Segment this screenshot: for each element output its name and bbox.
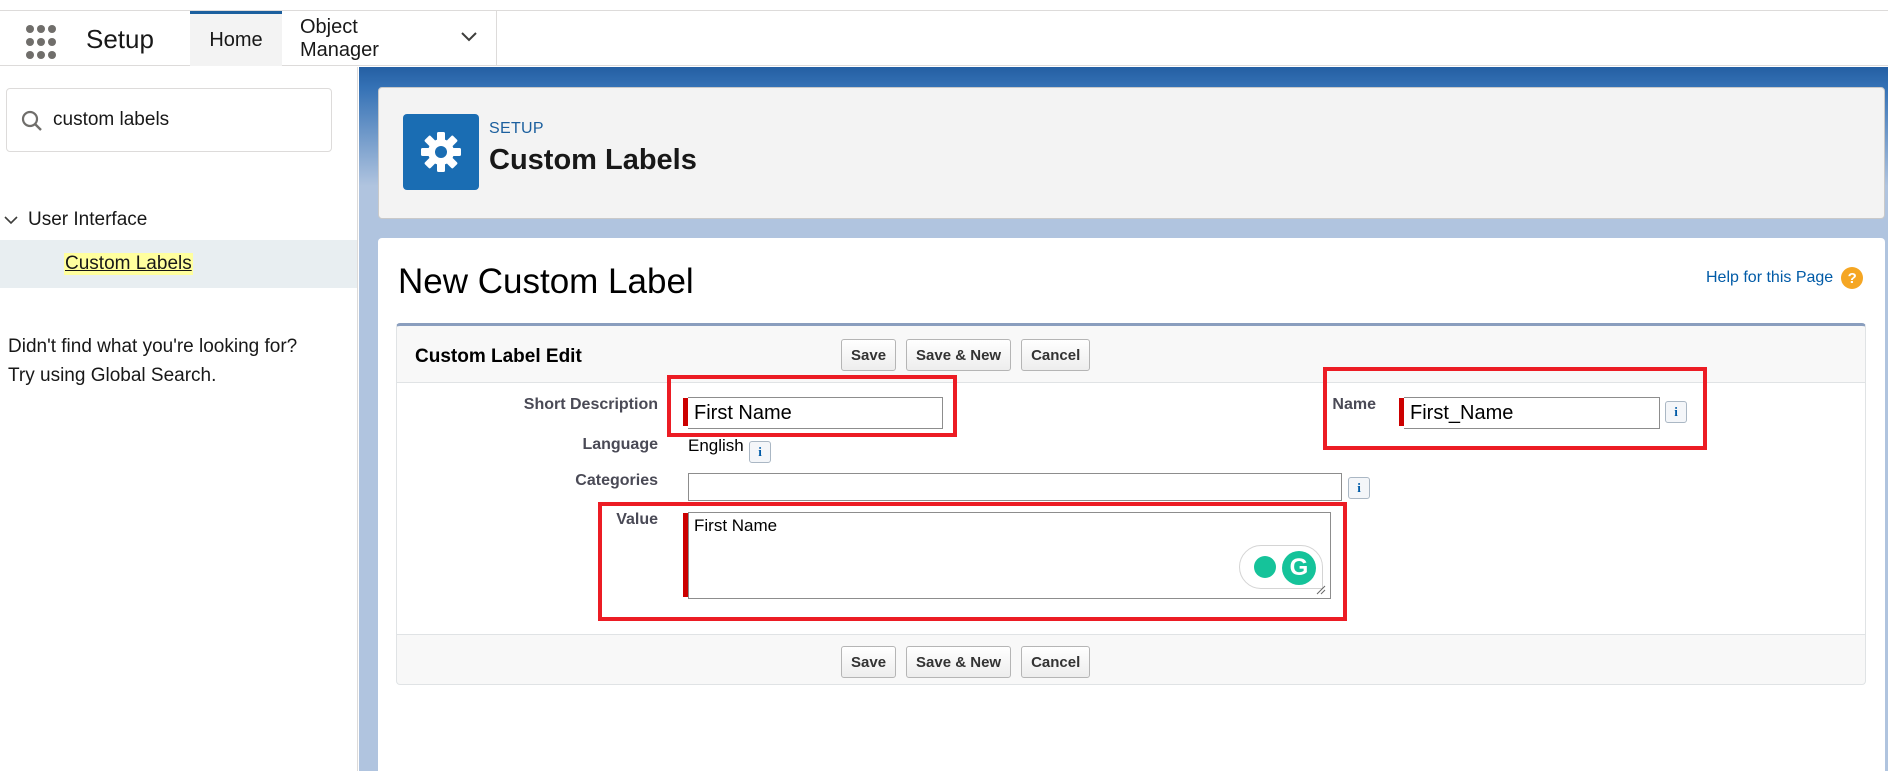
help-icon[interactable]: ? (1841, 267, 1864, 289)
form-heading: New Custom Label (398, 262, 694, 301)
info-icon[interactable]: i (1348, 477, 1370, 499)
setup-page: { "app": { "name": "Setup" }, "nav": { "… (0, 0, 1888, 771)
highlight-name (1323, 367, 1707, 450)
not-found-message: Didn't find what you're looking for? Try… (8, 332, 297, 390)
save-button[interactable]: Save (841, 339, 897, 371)
save-and-new-button[interactable]: Save & New (906, 339, 1012, 371)
section-divider-bottom (397, 634, 1865, 635)
gear-icon (403, 114, 479, 190)
top-nav: Setup Home Object Manager (0, 0, 1888, 66)
save-button[interactable]: Save (841, 646, 897, 678)
tab-home-label: Home (209, 28, 263, 51)
not-found-line-1: Didn't find what you're looking for? (8, 336, 298, 357)
quick-find-input[interactable] (53, 105, 313, 135)
save-and-new-button[interactable]: Save & New (906, 646, 1012, 678)
breadcrumb: SETUP (489, 120, 544, 137)
cancel-button[interactable]: Cancel (1021, 339, 1091, 371)
cancel-button[interactable]: Cancel (1021, 646, 1091, 678)
app-launcher-icon[interactable] (26, 25, 62, 61)
tree-item-link[interactable]: Custom Labels (64, 253, 193, 275)
language-value: English (688, 436, 744, 455)
categories-input[interactable] (688, 473, 1342, 501)
categories-label: Categories (575, 472, 658, 489)
top-button-bar: Save Save & New Cancel (841, 339, 1091, 371)
section-title: Custom Label Edit (415, 346, 582, 367)
quick-find-box[interactable] (6, 88, 332, 152)
short-description-label: Short Description (523, 396, 658, 413)
tab-object-manager[interactable]: Object Manager (282, 11, 497, 66)
info-icon[interactable]: i (749, 441, 771, 463)
tab-object-manager-label: Object Manager (300, 15, 379, 61)
tab-home[interactable]: Home (190, 11, 282, 66)
setup-sidebar: User Interface Custom Labels Didn't find… (0, 67, 358, 771)
tree-item-custom-labels[interactable]: Custom Labels (0, 240, 357, 288)
language-label: Language (582, 436, 658, 453)
bottom-button-bar: Save Save & New Cancel (841, 646, 1091, 678)
highlight-value (598, 502, 1347, 621)
help-link[interactable]: Help for this Page ? (1706, 267, 1864, 289)
app-name: Setup (86, 24, 154, 54)
search-icon (21, 110, 42, 131)
tree-group-user-interface[interactable]: User Interface (0, 205, 147, 235)
highlight-short-description (667, 375, 957, 437)
page-header: SETUP Custom Labels (378, 87, 1885, 219)
chevron-down-icon[interactable] (4, 212, 24, 229)
help-link-label[interactable]: Help for this Page (1706, 269, 1833, 287)
not-found-line-2: Try using Global Search. (8, 365, 217, 386)
tree-group-label: User Interface (28, 209, 148, 230)
chevron-down-icon[interactable] (460, 30, 478, 48)
page-title: Custom Labels (489, 144, 697, 176)
